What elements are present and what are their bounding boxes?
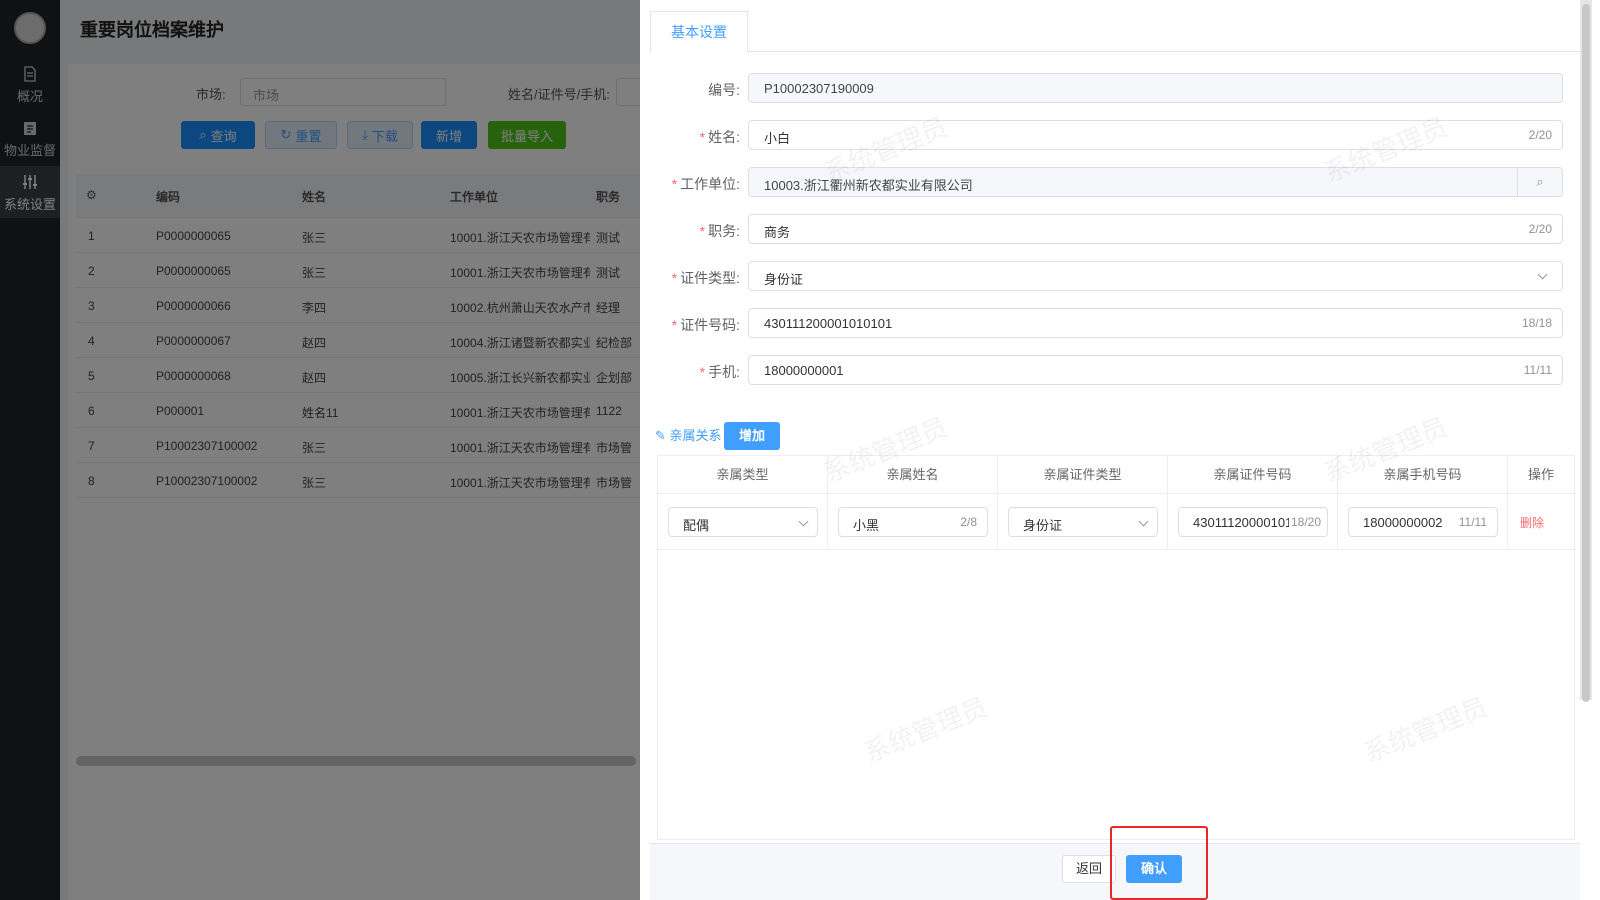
id-type-select[interactable]: 身份证 xyxy=(748,261,1563,291)
col-header-relative-name: 亲属姓名 xyxy=(828,456,998,494)
edit-drawer: 基本设置 编号: P10002307190009 * 姓名: 小白 2/20 * 工作… xyxy=(640,0,1600,900)
delete-relative-link[interactable]: 删除 xyxy=(1520,514,1544,531)
relative-type-select[interactable]: 配偶 xyxy=(668,507,818,537)
chevron-down-icon xyxy=(798,516,809,527)
tab-basic-settings[interactable]: 基本设置 xyxy=(650,11,748,53)
tab-bar: 基本设置 xyxy=(650,0,1580,53)
job-label: * 职务: xyxy=(650,221,740,241)
cell-relative-id-number: 430111200001010 18/20 xyxy=(1168,494,1338,550)
required-mark: * xyxy=(699,223,706,239)
relative-phone-value: 18000000002 xyxy=(1363,515,1443,530)
id-number-char-count: 18/18 xyxy=(1521,316,1552,330)
form-row-job: * 职务: 商务 2/20 xyxy=(650,214,1580,244)
job-char-count: 2/20 xyxy=(1528,222,1552,236)
form-row-name: * 姓名: 小白 2/20 xyxy=(650,120,1580,150)
relative-id-number-value: 430111200001010 xyxy=(1193,515,1300,530)
phone-label: * 手机: xyxy=(650,362,740,382)
id-type-label: * 证件类型: xyxy=(650,268,740,288)
cell-relative-type: 配偶 xyxy=(658,494,828,550)
required-mark: * xyxy=(671,317,678,333)
form-row-code: 编号: P10002307190009 xyxy=(650,73,1580,103)
form-row-id-number: * 证件号码: 430111200001010101 18/18 xyxy=(650,308,1580,338)
required-mark: * xyxy=(671,176,678,192)
job-value: 商务 xyxy=(764,225,791,240)
code-label: 编号: xyxy=(650,80,740,100)
work-unit-field[interactable]: 10003.浙江衢州新农都实业有限公司 ⌕ xyxy=(748,167,1563,197)
work-unit-label: * 工作单位: xyxy=(650,174,740,194)
relative-id-number-field[interactable]: 430111200001010 18/20 xyxy=(1178,507,1328,537)
id-number-field[interactable]: 430111200001010101 18/18 xyxy=(748,308,1563,338)
name-label-text: 姓名: xyxy=(708,129,740,145)
form-row-work-unit: * 工作单位: 10003.浙江衢州新农都实业有限公司 ⌕ xyxy=(650,167,1580,197)
chevron-down-icon xyxy=(1537,269,1548,280)
form-row-id-type: * 证件类型: 身份证 xyxy=(650,261,1580,291)
relative-id-type-select[interactable]: 身份证 xyxy=(1008,507,1158,537)
phone-field[interactable]: 18000000001 11/11 xyxy=(748,355,1563,385)
edit-icon: ✎ xyxy=(655,428,666,443)
required-mark: * xyxy=(699,129,706,145)
phone-char-count: 11/11 xyxy=(1523,363,1552,377)
name-char-count: 2/20 xyxy=(1528,128,1552,142)
name-field[interactable]: 小白 2/20 xyxy=(748,120,1563,150)
code-value: P10002307190009 xyxy=(764,81,874,96)
cell-relative-name: 小黑 2/8 xyxy=(828,494,998,550)
col-header-actions: 操作 xyxy=(1508,456,1574,494)
code-field: P10002307190009 xyxy=(748,73,1563,103)
search-icon[interactable]: ⌕ xyxy=(1517,168,1562,196)
job-label-text: 职务: xyxy=(708,223,740,239)
work-unit-label-text: 工作单位: xyxy=(680,176,740,192)
relative-id-type-value: 身份证 xyxy=(1023,518,1063,533)
relative-type-value: 配偶 xyxy=(683,518,710,533)
col-header-relative-id-number: 亲属证件号码 xyxy=(1168,456,1338,494)
cell-relative-id-type: 身份证 xyxy=(998,494,1168,550)
scrollbar-thumb[interactable] xyxy=(1582,4,1590,702)
work-unit-value: 10003.浙江衢州新农都实业有限公司 xyxy=(764,178,973,193)
phone-label-text: 手机: xyxy=(708,364,740,380)
relative-phone-field[interactable]: 18000000002 11/11 xyxy=(1348,507,1498,537)
name-value: 小白 xyxy=(764,131,791,146)
relatives-title: ✎ 亲属关系 xyxy=(655,425,722,444)
code-label-text: 编号: xyxy=(708,82,740,98)
id-type-value: 身份证 xyxy=(764,272,804,287)
phone-value: 18000000001 xyxy=(764,363,844,378)
relative-name-field[interactable]: 小黑 2/8 xyxy=(838,507,988,537)
cell-relative-phone: 18000000002 11/11 xyxy=(1338,494,1508,550)
required-mark: * xyxy=(671,270,678,286)
relatives-table: 亲属类型 亲属姓名 亲属证件类型 亲属证件号码 亲属手机号码 操作 配偶 小黑 2… xyxy=(657,455,1575,840)
chevron-down-icon xyxy=(1138,516,1149,527)
id-number-label: * 证件号码: xyxy=(650,315,740,335)
id-number-value: 430111200001010101 xyxy=(764,316,893,331)
back-button[interactable]: 返回 xyxy=(1062,855,1116,883)
col-header-relative-phone: 亲属手机号码 xyxy=(1338,456,1508,494)
relative-id-char-count: 18/20 xyxy=(1288,515,1321,529)
required-mark: * xyxy=(699,364,706,380)
confirm-highlight-box xyxy=(1110,826,1208,900)
relative-name-value: 小黑 xyxy=(853,518,880,533)
job-field[interactable]: 商务 2/20 xyxy=(748,214,1563,244)
relatives-title-text: 亲属关系 xyxy=(669,428,722,443)
name-label: * 姓名: xyxy=(650,127,740,147)
form-row-phone: * 手机: 18000000001 11/11 xyxy=(650,355,1580,385)
relative-name-char-count: 2/8 xyxy=(960,515,977,529)
col-header-relative-id-type: 亲属证件类型 xyxy=(998,456,1168,494)
id-number-label-text: 证件号码: xyxy=(680,317,740,333)
vertical-scrollbar[interactable] xyxy=(1580,0,1592,702)
add-relative-button[interactable]: 增加 xyxy=(724,422,780,450)
relative-phone-char-count: 11/11 xyxy=(1458,515,1487,529)
cell-actions: 删除 xyxy=(1508,494,1574,550)
col-header-relative-type: 亲属类型 xyxy=(658,456,828,494)
id-type-label-text: 证件类型: xyxy=(680,270,740,286)
